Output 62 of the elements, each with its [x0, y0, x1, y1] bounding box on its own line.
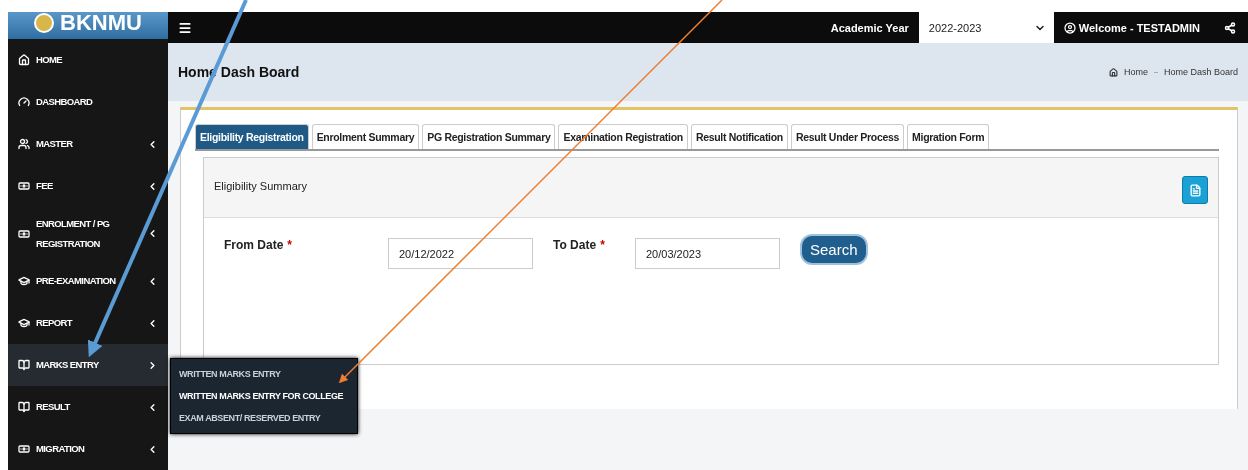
emblem-icon: [34, 12, 55, 33]
sidebar-item-label: PRE-EXAMINATION: [36, 274, 117, 288]
menu-item-icon: [18, 275, 30, 287]
home-icon: [1108, 67, 1118, 77]
sidebar-item-label: ENROLMENT / PG REGISTRATION: [36, 216, 111, 251]
document-icon: [1188, 183, 1202, 197]
welcome-user[interactable]: Welcome - TESTADMIN: [1063, 21, 1200, 34]
logo-text: BKNMU: [60, 12, 142, 34]
tab[interactable]: Result Notification: [690, 124, 788, 149]
sidebar-item-label: MARKS ENTRY: [36, 358, 100, 372]
menu-icon[interactable]: [178, 20, 192, 35]
breadcrumb-link[interactable]: Home Dash Board: [1163, 67, 1238, 77]
sidebar-item[interactable]: PRE-EXAMINATION: [8, 260, 168, 302]
menu-item-icon: [18, 317, 30, 329]
required-mark: *: [600, 238, 605, 252]
chevron-right-icon: [147, 359, 158, 371]
sidebar-item[interactable]: DASHBOARD: [8, 81, 168, 124]
breadcrumb-link[interactable]: Home: [1123, 67, 1148, 77]
sidebar-item-label: RESULT: [36, 400, 72, 414]
submenu-item[interactable]: WRITTEN MARKS ENTRY: [171, 363, 357, 385]
menu-item-icon: [18, 180, 30, 193]
tab[interactable]: Eligibility Registration: [195, 124, 309, 149]
tab[interactable]: PG Registration Summary: [422, 124, 556, 149]
field-label: From Date: [224, 238, 284, 252]
sidebar-item-label: MIGRATION: [36, 442, 86, 456]
submenu-item[interactable]: EXAM ABSENT/ RESERVED ENTRY: [171, 407, 357, 429]
menu-item-icon: [18, 227, 30, 240]
menu-item-icon: [18, 138, 30, 151]
submenu-item[interactable]: WRITTEN MARKS ENTRY FOR COLLEGE: [171, 385, 357, 407]
academic-year-select[interactable]: 2022-2023: [918, 12, 1054, 43]
breadcrumb-separator: [1153, 71, 1158, 73]
sidebar-item[interactable]: ENROLMENT / PG REGISTRATION: [8, 207, 168, 260]
export-button[interactable]: [1182, 176, 1208, 204]
date-field[interactable]: 20/03/2023: [635, 238, 780, 269]
sidebar-item-label: MASTER: [36, 137, 74, 152]
sidebar-item[interactable]: MARKS ENTRY: [8, 344, 168, 386]
menu-item-icon: [18, 54, 30, 67]
tab[interactable]: Enrolment Summary: [311, 124, 420, 149]
sidebar-item[interactable]: FEE: [8, 165, 168, 208]
sidebar-item[interactable]: RESULT: [8, 386, 168, 428]
menu-item-icon: [18, 96, 30, 109]
tab[interactable]: Migration Form: [907, 124, 990, 149]
menu-item-icon: [18, 443, 30, 455]
user-icon: [1063, 21, 1076, 34]
date-field[interactable]: 20/12/2022: [388, 238, 533, 269]
sidebar-item[interactable]: MASTER: [8, 123, 168, 166]
sidebar-item-label: DASHBOARD: [36, 95, 94, 110]
field-label: To Date: [553, 238, 597, 252]
share-icon[interactable]: [1224, 21, 1236, 34]
menu-item-icon: [18, 359, 30, 371]
panel-title: Eligibility Summary: [214, 180, 307, 192]
sidebar-item[interactable]: MIGRATION: [8, 428, 168, 470]
sidebar-item[interactable]: HOME: [8, 39, 168, 82]
sidebar-item-label: HOME: [36, 53, 64, 68]
menu-item-icon: [18, 401, 30, 413]
search-button[interactable]: Search: [800, 234, 868, 265]
sidebar-item[interactable]: REPORT: [8, 302, 168, 344]
sidebar-item-label: FEE: [36, 179, 54, 194]
tab[interactable]: Result Under Process: [790, 124, 905, 149]
sidebar-item-label: REPORT: [36, 316, 74, 330]
required-mark: *: [287, 238, 292, 252]
academic-year-label: Academic Year: [830, 21, 909, 34]
